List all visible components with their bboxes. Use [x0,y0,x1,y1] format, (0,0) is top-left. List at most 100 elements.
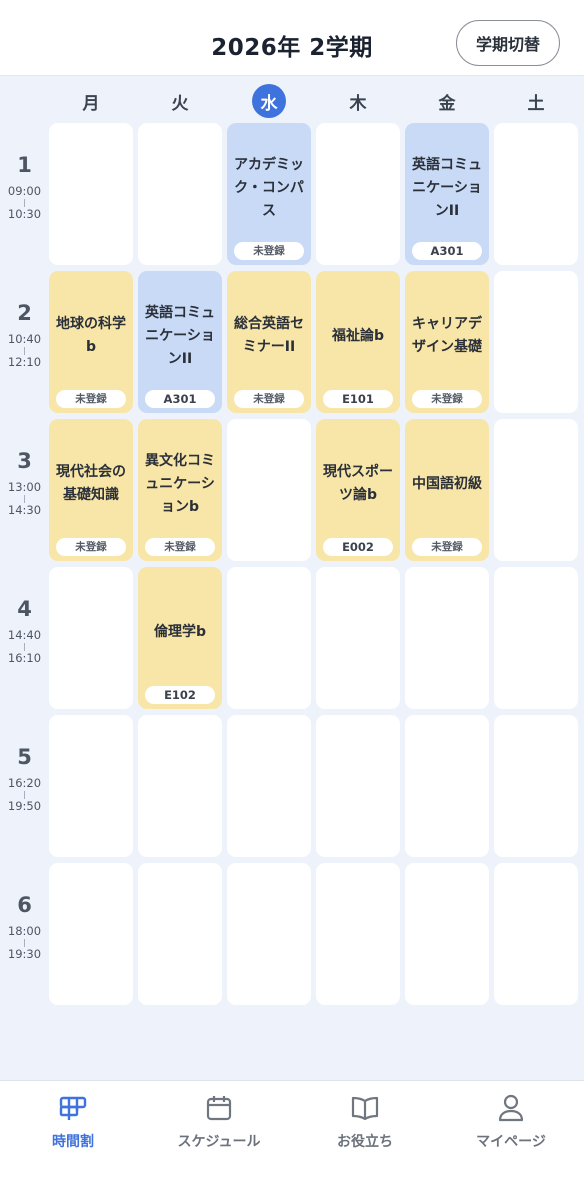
period-number: 3 [17,449,32,473]
day-header-5: 土 [516,84,556,118]
course-name: 中国語初級 [412,475,482,492]
empty-cell[interactable] [227,567,311,709]
empty-cell[interactable] [316,715,400,857]
day-header-2: 水 [249,84,289,118]
empty-cell[interactable] [316,863,400,1005]
empty-cell[interactable] [494,567,578,709]
period-label-4: 4 14:40 | 16:10 [0,597,49,664]
course-cell[interactable]: 英語コミュニケーションII A301 [405,123,489,265]
period-start-time: 13:00 [7,480,42,494]
period-label-2: 2 10:40 | 12:10 [0,301,49,368]
course-name: キャリアデザイン基礎 [412,316,482,355]
nav-item-timetable[interactable]: 時間割 [0,1093,146,1163]
nav-item-label: 時間割 [52,1134,94,1150]
room-badge: E102 [145,686,215,704]
room-badge: A301 [145,390,215,408]
period-number: 1 [17,153,32,177]
course-name: 倫理学b [153,623,207,640]
course-cell[interactable]: 地球の科学b 未登録 [49,271,133,413]
course-name: 福祉論b [331,327,385,344]
period-end-time: 19:30 [7,947,42,961]
period-label-1: 1 09:00 | 10:30 [0,153,49,220]
room-badge: 未登録 [234,390,304,408]
course-name: 英語コミュニケーションII [412,156,482,219]
app-header: 2026年 2学期 学期切替 [0,0,584,76]
empty-cell[interactable] [227,715,311,857]
empty-cell[interactable] [494,271,578,413]
course-cell[interactable]: 現代スポーツ論b E002 [316,419,400,561]
period-number: 6 [17,893,32,917]
empty-cell[interactable] [138,715,222,857]
course-cell[interactable]: 英語コミュニケーションII A301 [138,271,222,413]
course-cell[interactable]: キャリアデザイン基礎未登録 [405,271,489,413]
empty-cell[interactable] [494,123,578,265]
course-cell[interactable]: 現代社会の基礎知識未登録 [49,419,133,561]
empty-cell[interactable] [49,715,133,857]
period-end-time: 16:10 [7,651,42,665]
empty-cell[interactable] [49,863,133,1005]
period-number: 2 [17,301,32,325]
course-cell[interactable]: 総合英語セミナーII 未登録 [227,271,311,413]
day-label: 水 [260,93,278,114]
course-name: 現代スポーツ論b [323,464,393,503]
period-label-5: 5 16:20 | 19:50 [0,745,49,812]
empty-cell[interactable] [405,863,489,1005]
course-cell[interactable]: 異文化コミュニケーションb 未登録 [138,419,222,561]
day-header-4: 金 [427,84,467,118]
course-name: 異文化コミュニケーションb [145,452,215,515]
term-switch-button[interactable]: 学期切替 [456,20,560,66]
period-start-time: 10:40 [7,332,42,346]
day-label: 火 [171,93,189,114]
empty-cell[interactable] [316,123,400,265]
empty-cell[interactable] [49,123,133,265]
empty-cell[interactable] [49,567,133,709]
period-end-time: 10:30 [7,207,42,221]
course-name: 現代社会の基礎知識 [56,464,126,503]
course-cell[interactable]: 福祉論b E101 [316,271,400,413]
period-end-time: 19:50 [7,799,42,813]
bottom-navigation: 時間割 スケジュール お役立ち マイページ [0,1080,584,1200]
course-cell[interactable]: 中国語初級 未登録 [405,419,489,561]
course-name: 総合英語セミナーII [234,316,304,355]
empty-cell[interactable] [405,567,489,709]
nav-item-calendar[interactable]: スケジュール [146,1093,292,1163]
period-start-time: 16:20 [7,776,42,790]
room-badge: 未登録 [56,538,126,556]
empty-cell[interactable] [138,863,222,1005]
day-label: 月 [82,93,100,114]
course-cell[interactable]: 倫理学b E102 [138,567,222,709]
period-number: 4 [17,597,32,621]
book-icon [292,1093,438,1123]
empty-cell[interactable] [227,419,311,561]
nav-item-label: マイページ [476,1134,546,1150]
empty-cell[interactable] [494,715,578,857]
course-cell[interactable]: アカデミック・コンパス未登録 [227,123,311,265]
room-badge: E101 [323,390,393,408]
room-badge: 未登録 [56,390,126,408]
day-label: 木 [349,93,367,114]
day-header-3: 木 [338,84,378,118]
course-name: アカデミック・コンパス [234,156,304,219]
period-start-time: 09:00 [7,184,42,198]
period-label-6: 6 18:00 | 19:30 [0,893,49,960]
period-end-time: 14:30 [7,503,42,517]
empty-cell[interactable] [494,863,578,1005]
calendar-icon [146,1093,292,1123]
room-badge: 未登録 [412,390,482,408]
empty-cell[interactable] [405,715,489,857]
room-badge: 未登録 [145,538,215,556]
day-header-0: 月 [71,84,111,118]
nav-item-label: お役立ち [337,1134,393,1150]
course-name: 地球の科学b [56,316,126,355]
period-start-time: 14:40 [7,628,42,642]
day-header-1: 火 [160,84,200,118]
empty-cell[interactable] [316,567,400,709]
empty-cell[interactable] [227,863,311,1005]
empty-cell[interactable] [138,123,222,265]
nav-item-person[interactable]: マイページ [438,1093,584,1163]
nav-item-book[interactable]: お役立ち [292,1093,438,1163]
room-badge: 未登録 [234,242,304,260]
room-badge: 未登録 [412,538,482,556]
empty-cell[interactable] [494,419,578,561]
period-end-time: 12:10 [7,355,42,369]
